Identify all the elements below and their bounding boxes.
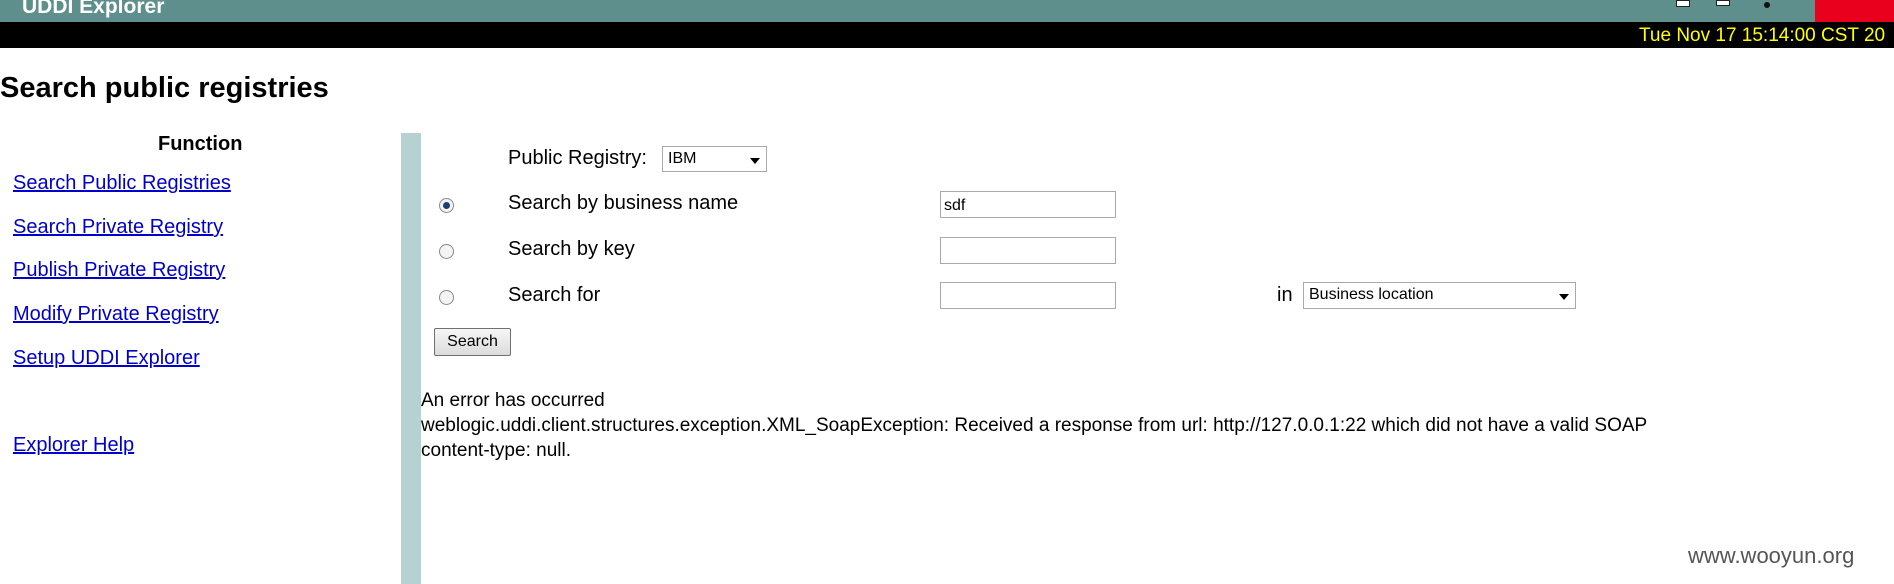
radio-business-name[interactable]	[439, 198, 454, 213]
radio-key[interactable]	[439, 244, 454, 259]
search-for-location-select[interactable]: Business location	[1303, 282, 1576, 309]
key-label: Search by key	[508, 238, 635, 260]
uddi-explorer-page: UDDI Explorer Tue Nov 17 15:14:00 CST 20…	[0, 0, 1894, 584]
nav-search-public-registries[interactable]: Search Public Registries	[13, 172, 231, 195]
datetime-text: Tue Nov 17 15:14:00 CST 20	[1639, 25, 1886, 46]
business-name-label: Search by business name	[508, 192, 739, 214]
close-block[interactable]	[1815, 0, 1894, 22]
dot-icon[interactable]	[1764, 2, 1770, 8]
business-name-input[interactable]	[940, 191, 1116, 218]
app-title: UDDI Explorer	[22, 0, 165, 18]
nav-explorer-help[interactable]: Explorer Help	[13, 434, 134, 457]
nav-setup-uddi-explorer[interactable]: Setup UDDI Explorer	[13, 347, 200, 370]
error-title: An error has occurred	[421, 390, 605, 411]
in-label: in	[1277, 284, 1293, 306]
error-message-line-1: weblogic.uddi.client.structures.exceptio…	[421, 415, 1648, 436]
restore-icon[interactable]	[1676, 0, 1690, 7]
watermark-text: www.wooyun.org	[1688, 543, 1855, 568]
search-button[interactable]: Search	[434, 328, 511, 356]
error-message-line-2: content-type: null.	[421, 440, 571, 461]
function-heading: Function	[158, 133, 243, 155]
registry-label: Public Registry:	[508, 147, 647, 169]
registry-select[interactable]: IBM	[662, 146, 767, 172]
nav-modify-private-registry[interactable]: Modify Private Registry	[13, 303, 219, 326]
search-for-input[interactable]	[940, 282, 1116, 309]
separator-bar	[401, 133, 421, 584]
location-select-value: Business location	[1309, 286, 1434, 303]
nav-search-private-registry[interactable]: Search Private Registry	[13, 216, 223, 239]
chevron-down-icon	[750, 158, 760, 164]
page-title: Search public registries	[0, 72, 329, 104]
app-header: UDDI Explorer	[0, 0, 1894, 22]
radio-search-for[interactable]	[439, 290, 454, 305]
registry-select-value: IBM	[668, 150, 697, 167]
key-input[interactable]	[940, 237, 1116, 264]
search-for-label: Search for	[508, 284, 601, 306]
nav-publish-private-registry[interactable]: Publish Private Registry	[13, 259, 225, 282]
status-bar	[0, 22, 1894, 48]
window-icon[interactable]	[1716, 0, 1730, 6]
chevron-down-icon	[1559, 294, 1569, 300]
